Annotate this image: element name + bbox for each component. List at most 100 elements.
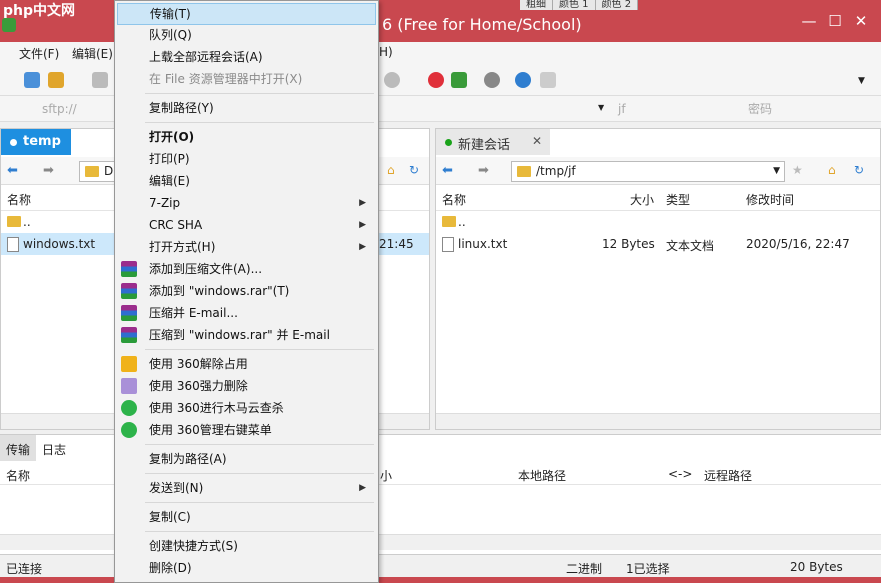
menu-item-copy-as-path[interactable]: 复制为路径(A) bbox=[117, 448, 376, 470]
column-name[interactable]: 名称 bbox=[442, 191, 466, 208]
menu-help[interactable]: H) bbox=[379, 45, 393, 59]
forward-icon[interactable]: ➡ bbox=[478, 163, 489, 178]
new-session-icon[interactable] bbox=[24, 72, 40, 88]
color-tabs: 粗细 颜色 1 颜色 2 bbox=[520, 0, 639, 10]
transfer-mode: 二进制 bbox=[566, 562, 603, 576]
column-name[interactable]: 名称 bbox=[7, 191, 31, 208]
menu-separator bbox=[145, 444, 374, 445]
menu-item-open-with-label: 打开方式(H) bbox=[149, 240, 216, 254]
menu-item-add-archive[interactable]: 添加到压缩文件(A)... bbox=[117, 258, 376, 280]
menu-separator bbox=[145, 502, 374, 503]
minimize-icon[interactable]: — bbox=[796, 12, 822, 30]
column-size[interactable]: 大小 bbox=[630, 191, 654, 208]
column-remote-path[interactable]: 远程路径 bbox=[704, 467, 752, 484]
menu-item-360-force-delete[interactable]: 使用 360强力删除 bbox=[117, 375, 376, 397]
menu-item-label: 压缩到 "windows.rar" 并 E-mail bbox=[149, 328, 330, 342]
remote-path[interactable]: /tmp/jf ▼ bbox=[511, 161, 785, 182]
home-icon[interactable]: ⌂ bbox=[828, 163, 836, 177]
back-icon[interactable]: ⬅ bbox=[442, 163, 453, 178]
gear-icon[interactable] bbox=[484, 72, 500, 88]
color-tab[interactable]: 颜色 1 bbox=[553, 0, 596, 10]
menu-item-360-manage[interactable]: 使用 360管理右键菜单 bbox=[117, 419, 376, 441]
menu-edit[interactable]: 编辑(E) bbox=[72, 45, 113, 62]
menu-item-upload-all[interactable]: 上载全部远程会话(A) bbox=[117, 46, 376, 68]
chevron-down-icon[interactable]: ▼ bbox=[773, 162, 780, 181]
winrar-icon bbox=[121, 283, 137, 299]
file-time: 21:45 bbox=[379, 237, 414, 251]
menu-item-360-unlock[interactable]: 使用 360解除占用 bbox=[117, 353, 376, 375]
menu-item-send-to[interactable]: 发送到(N) ▶ bbox=[117, 477, 376, 499]
refresh-icon[interactable]: ↻ bbox=[854, 163, 864, 177]
file-name: windows.txt bbox=[23, 237, 96, 251]
menu-item-compress-rar-email[interactable]: 压缩到 "windows.rar" 并 E-mail bbox=[117, 324, 376, 346]
menu-item-create-shortcut[interactable]: 创建快捷方式(S) bbox=[117, 535, 376, 557]
folder-icon bbox=[85, 166, 99, 177]
toolbar-overflow-icon[interactable]: ▼ bbox=[858, 76, 865, 86]
password-field[interactable]: 密码 bbox=[742, 99, 872, 119]
menu-file[interactable]: 文件(F) bbox=[19, 45, 59, 62]
protocol-field[interactable]: sftp:// bbox=[36, 99, 116, 119]
selection-count: 1已选择 bbox=[626, 562, 670, 576]
menu-item-transfer[interactable]: 传输(T) bbox=[117, 3, 376, 25]
submenu-arrow-icon: ▶ bbox=[359, 220, 366, 230]
back-icon[interactable]: ⬅ bbox=[7, 163, 18, 178]
menu-item-add-rar[interactable]: 添加到 "windows.rar"(T) bbox=[117, 280, 376, 302]
connection-status: 已连接 bbox=[6, 562, 43, 576]
color-tab[interactable]: 颜色 2 bbox=[596, 0, 639, 10]
menu-item-7zip-label: 7-Zip bbox=[149, 196, 181, 210]
bookmark-icon[interactable]: ★ bbox=[792, 163, 803, 177]
list-item[interactable]: linux.txt 12 Bytes 文本文档 2020/5/16, 22:47 bbox=[436, 233, 880, 255]
menu-item-compress-email[interactable]: 压缩并 E-mail... bbox=[117, 302, 376, 324]
color-tab[interactable]: 粗细 bbox=[520, 0, 553, 10]
host-dropdown-icon[interactable]: ▼ bbox=[598, 103, 604, 112]
menu-item-open-with[interactable]: 打开方式(H) ▶ bbox=[117, 236, 376, 258]
column-local-path[interactable]: 本地路径 bbox=[518, 467, 566, 484]
column-mtime[interactable]: 修改时间 bbox=[746, 191, 794, 208]
sync-icon[interactable] bbox=[428, 72, 444, 88]
refresh-icon[interactable]: ↻ bbox=[409, 163, 419, 177]
list-item[interactable]: .. bbox=[436, 211, 880, 233]
menu-item-open[interactable]: 打开(O) bbox=[117, 126, 376, 148]
local-path[interactable]: D:\ bbox=[79, 161, 121, 182]
menu-item-copy[interactable]: 复制(C) bbox=[117, 506, 376, 528]
menu-item-print[interactable]: 打印(P) bbox=[117, 148, 376, 170]
close-icon[interactable]: ✕ bbox=[848, 12, 874, 30]
forward-icon[interactable]: ➡ bbox=[43, 163, 54, 178]
menu-item-label: 使用 360解除占用 bbox=[149, 357, 248, 371]
menu-item-crc-label: CRC SHA bbox=[149, 218, 203, 232]
open-folder-icon[interactable] bbox=[48, 72, 64, 88]
menu-item-copy-path[interactable]: 复制路径(Y) bbox=[117, 97, 376, 119]
help-icon[interactable] bbox=[515, 72, 531, 88]
remote-pane: 新建会话 ✕ ⬅ ➡ /tmp/jf ▼ ★ ⌂ ↻ 名称 大小 类型 修改时间… bbox=[435, 128, 881, 430]
column-size[interactable]: 小 bbox=[380, 467, 392, 484]
putty-icon[interactable] bbox=[451, 72, 467, 88]
close-icon[interactable]: ✕ bbox=[532, 134, 542, 148]
horizontal-scrollbar[interactable] bbox=[436, 413, 880, 429]
home-icon[interactable]: ⌂ bbox=[387, 163, 395, 177]
menu-item-delete[interactable]: 删除(D) bbox=[117, 557, 376, 579]
menu-item-open-explorer[interactable]: 在 File 资源管理器中打开(X) bbox=[117, 68, 376, 90]
tab-log[interactable]: 日志 bbox=[36, 435, 72, 461]
settings-icon[interactable] bbox=[92, 72, 108, 88]
text-file-icon bbox=[7, 237, 19, 252]
menu-item-360-scan[interactable]: 使用 360进行木马云查杀 bbox=[117, 397, 376, 419]
status-icon[interactable] bbox=[384, 72, 400, 88]
menu-item-edit[interactable]: 编辑(E) bbox=[117, 170, 376, 192]
menu-item-7zip[interactable]: 7-Zip ▶ bbox=[117, 192, 376, 214]
column-direction[interactable]: <-> bbox=[668, 467, 692, 481]
tab-remote[interactable]: 新建会话 ✕ bbox=[436, 129, 550, 155]
username-field[interactable]: jf bbox=[612, 99, 732, 119]
column-type[interactable]: 类型 bbox=[666, 191, 690, 208]
selection-size: 20 Bytes bbox=[790, 560, 843, 574]
menu-item-queue[interactable]: 队列(Q) bbox=[117, 24, 376, 46]
maximize-icon[interactable]: ☐ bbox=[822, 12, 848, 30]
remote-column-header: 名称 大小 类型 修改时间 bbox=[436, 187, 880, 211]
menu-item-crc-sha[interactable]: CRC SHA ▶ bbox=[117, 214, 376, 236]
menu-separator bbox=[145, 473, 374, 474]
chat-icon[interactable] bbox=[540, 72, 556, 88]
column-name[interactable]: 名称 bbox=[6, 467, 30, 484]
menu-item-label: 压缩并 E-mail... bbox=[149, 306, 238, 320]
tab-local[interactable]: temp bbox=[1, 129, 71, 155]
menu-separator bbox=[145, 349, 374, 350]
tab-transfer[interactable]: 传输 bbox=[0, 435, 37, 461]
